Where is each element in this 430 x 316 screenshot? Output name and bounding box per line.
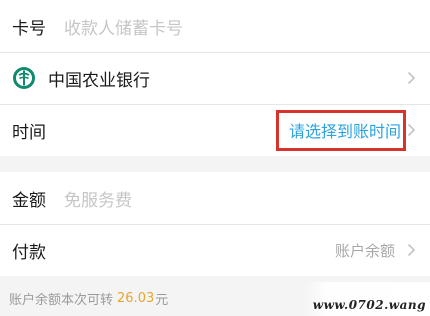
payment-method-value: 账户余额: [334, 241, 395, 260]
card-number-row[interactable]: 卡号 收款人储蓄卡号: [0, 0, 430, 52]
chevron-right-icon: [407, 243, 416, 257]
payment-method-row[interactable]: 付款 账户余额: [0, 224, 430, 276]
chevron-right-icon: [407, 71, 416, 85]
card-number-label: 卡号: [12, 18, 46, 39]
chevron-right-icon: [407, 123, 416, 137]
bank-name: 中国农业银行: [48, 70, 150, 91]
balance-hint-text: 账户余额本次可转: [9, 292, 114, 308]
abc-bank-logo-icon: [13, 67, 35, 89]
transfer-form-page: 卡号 收款人储蓄卡号 中国农业银行 时间 请选择到账时间 金额 免服务费 付款 …: [0, 0, 430, 316]
balance-unit: 元: [155, 292, 169, 308]
section-divider: [0, 156, 430, 172]
site-watermark: www.0702.wang: [304, 282, 430, 316]
watermark-text: www.0702.wang: [312, 298, 426, 312]
balance-amount: 26.03: [117, 290, 155, 306]
arrival-time-label: 时间: [12, 122, 46, 143]
bank-select-row[interactable]: 中国农业银行: [0, 52, 430, 104]
highlight-box: [276, 110, 406, 151]
amount-label: 金额: [12, 190, 46, 211]
payment-section: 金额 免服务费 付款 账户余额: [0, 172, 430, 276]
card-number-input[interactable]: 收款人储蓄卡号: [64, 14, 183, 39]
payment-method-label: 付款: [12, 242, 46, 263]
amount-row[interactable]: 金额 免服务费: [0, 172, 430, 224]
amount-input[interactable]: 免服务费: [64, 186, 132, 211]
